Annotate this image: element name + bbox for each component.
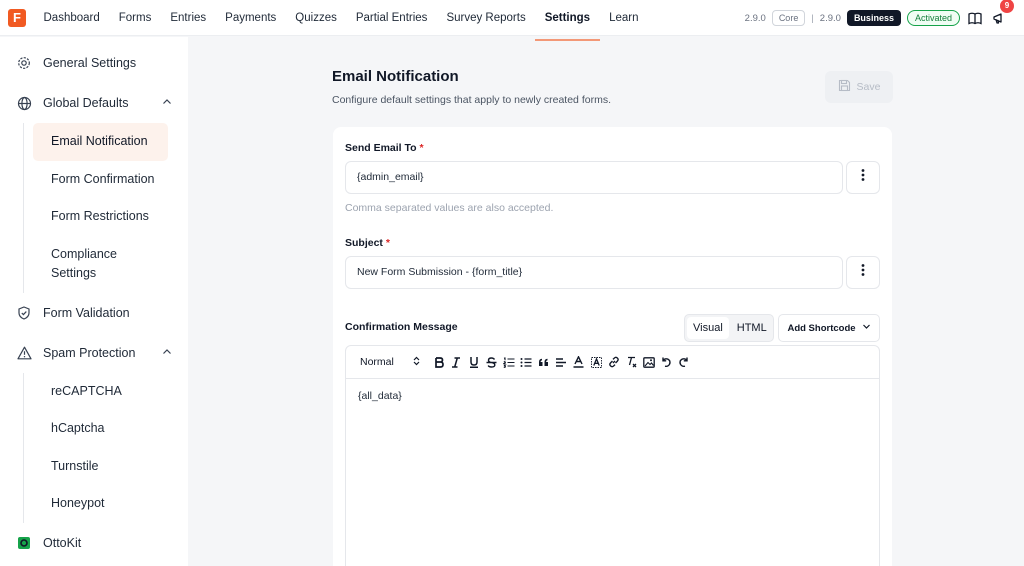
megaphone-icon[interactable]: 9	[990, 0, 1014, 27]
chevron-up-icon[interactable]	[162, 96, 172, 110]
sidebar-general-settings[interactable]: General Settings	[0, 43, 188, 83]
nav-dashboard[interactable]: Dashboard	[34, 0, 109, 36]
global-defaults-submenu: Email Notification Form Confirmation For…	[23, 123, 188, 293]
background-color-icon[interactable]	[588, 353, 606, 371]
gear-icon	[16, 55, 32, 71]
sidebar-general-settings-label: General Settings	[43, 56, 137, 70]
sidebar-item-form-restrictions[interactable]: Form Restrictions	[33, 198, 168, 236]
format-select[interactable]: Normal	[360, 356, 420, 369]
notification-badge: 9	[1000, 0, 1014, 13]
tab-visual[interactable]: Visual	[687, 317, 729, 339]
sidebar-item-honeypot[interactable]: Honeypot	[33, 485, 168, 523]
subject-input[interactable]: New Form Submission - {form_title}	[345, 256, 843, 289]
sidebar-item-hcaptcha[interactable]: hCaptcha	[33, 410, 168, 448]
confirmation-message-label: Confirmation Message	[345, 321, 458, 333]
editor-toolbar: Normal	[346, 346, 879, 379]
book-icon[interactable]	[966, 9, 984, 27]
rich-text-editor: Normal {all_data}	[345, 345, 880, 566]
save-icon	[838, 79, 851, 95]
link-icon[interactable]	[605, 353, 623, 371]
shield-icon	[16, 305, 32, 321]
business-version: 2.9.0	[819, 12, 841, 24]
sidebar-global-defaults-label: Global Defaults	[43, 96, 129, 110]
save-button[interactable]: Save	[825, 71, 893, 103]
sidebar-item-form-confirmation[interactable]: Form Confirmation	[33, 161, 168, 199]
send-email-to-help: Comma separated values are also accepted…	[345, 202, 554, 214]
core-version: 2.9.0	[744, 12, 766, 24]
nav-entries[interactable]: Entries	[161, 0, 216, 36]
warning-icon	[16, 345, 32, 361]
nav-forms[interactable]: Forms	[109, 0, 161, 36]
email-notification-card: Send Email To * {admin_email} Comma sepa…	[333, 127, 892, 566]
core-badge: Core	[771, 10, 806, 26]
italic-icon[interactable]	[448, 353, 466, 371]
image-icon[interactable]	[640, 353, 658, 371]
sidebar-item-recaptcha[interactable]: reCAPTCHA	[33, 373, 168, 411]
page-title: Email Notification	[332, 68, 459, 85]
nav-quizzes[interactable]: Quizzes	[286, 0, 347, 36]
sidebar-item-compliance-settings[interactable]: Compliance Settings	[33, 236, 143, 293]
redo-icon[interactable]	[675, 353, 693, 371]
bullet-list-icon[interactable]	[518, 353, 536, 371]
sidebar-item-turnstile[interactable]: Turnstile	[33, 448, 168, 486]
editor-mode-tabs: Visual HTML	[684, 314, 774, 342]
sidebar-ottokit-label: OttoKit	[43, 535, 82, 550]
globe-icon	[16, 95, 32, 111]
text-color-icon[interactable]	[570, 353, 588, 371]
business-badge: Business	[846, 10, 901, 26]
send-email-to-label-text: Send Email To	[345, 142, 417, 154]
underline-icon[interactable]	[465, 353, 483, 371]
nav-survey-reports[interactable]: Survey Reports	[437, 0, 535, 36]
ottokit-icon	[16, 535, 32, 551]
page-description: Configure default settings that apply to…	[332, 94, 611, 106]
nav-settings[interactable]: Settings	[535, 0, 600, 41]
chevron-down-icon	[862, 322, 871, 334]
add-shortcode-label: Add Shortcode	[787, 322, 856, 334]
version-separator: |	[811, 12, 814, 24]
clear-format-icon[interactable]	[623, 353, 641, 371]
subject-label-text: Subject	[345, 237, 383, 249]
spam-protection-submenu: reCAPTCHA hCaptcha Turnstile Honeypot	[23, 372, 188, 523]
nav-learn[interactable]: Learn	[600, 0, 648, 36]
align-icon[interactable]	[553, 353, 571, 371]
send-email-to-options-button[interactable]	[846, 161, 880, 194]
bold-icon[interactable]	[430, 353, 448, 371]
sidebar-spam-protection[interactable]: Spam Protection	[0, 333, 188, 373]
kebab-icon	[861, 263, 865, 282]
top-navigation-bar: F Dashboard Forms Entries Payments Quizz…	[0, 0, 1024, 41]
nav-partial-entries[interactable]: Partial Entries	[346, 0, 437, 36]
undo-icon[interactable]	[658, 353, 676, 371]
required-marker: *	[385, 237, 390, 249]
sidebar-form-validation-label: Form Validation	[43, 305, 130, 320]
sidebar-spam-protection-label: Spam Protection	[43, 345, 136, 360]
sidebar-ottokit[interactable]: OttoKit	[0, 523, 188, 563]
blockquote-icon[interactable]	[535, 353, 553, 371]
chevron-up-icon[interactable]	[162, 346, 172, 360]
add-shortcode-button[interactable]: Add Shortcode	[778, 314, 880, 342]
sidebar-form-validation[interactable]: Form Validation	[0, 293, 188, 333]
save-button-label: Save	[856, 81, 881, 93]
format-select-value: Normal	[360, 355, 394, 368]
editor-content[interactable]: {all_data}	[346, 379, 879, 413]
main-nav: Dashboard Forms Entries Payments Quizzes…	[34, 0, 648, 41]
send-email-to-label: Send Email To *	[345, 142, 424, 154]
version-info: 2.9.0 Core | 2.9.0 Business Activated 9	[744, 0, 1014, 27]
ordered-list-icon[interactable]	[500, 353, 518, 371]
tab-html[interactable]: HTML	[731, 317, 773, 339]
subject-label: Subject *	[345, 237, 390, 249]
app-logo[interactable]: F	[8, 9, 26, 27]
sidebar-global-defaults[interactable]: Global Defaults	[0, 83, 188, 123]
required-marker: *	[419, 142, 424, 154]
sidebar-item-email-notification[interactable]: Email Notification	[33, 123, 168, 161]
kebab-icon	[861, 168, 865, 187]
strikethrough-icon[interactable]	[483, 353, 501, 371]
settings-sidebar: General Settings Global Defaults Email N…	[0, 37, 188, 566]
subject-options-button[interactable]	[846, 256, 880, 289]
select-arrows-icon	[413, 356, 420, 369]
activated-badge: Activated	[906, 10, 960, 26]
nav-payments[interactable]: Payments	[216, 0, 286, 36]
send-email-to-input[interactable]: {admin_email}	[345, 161, 843, 194]
